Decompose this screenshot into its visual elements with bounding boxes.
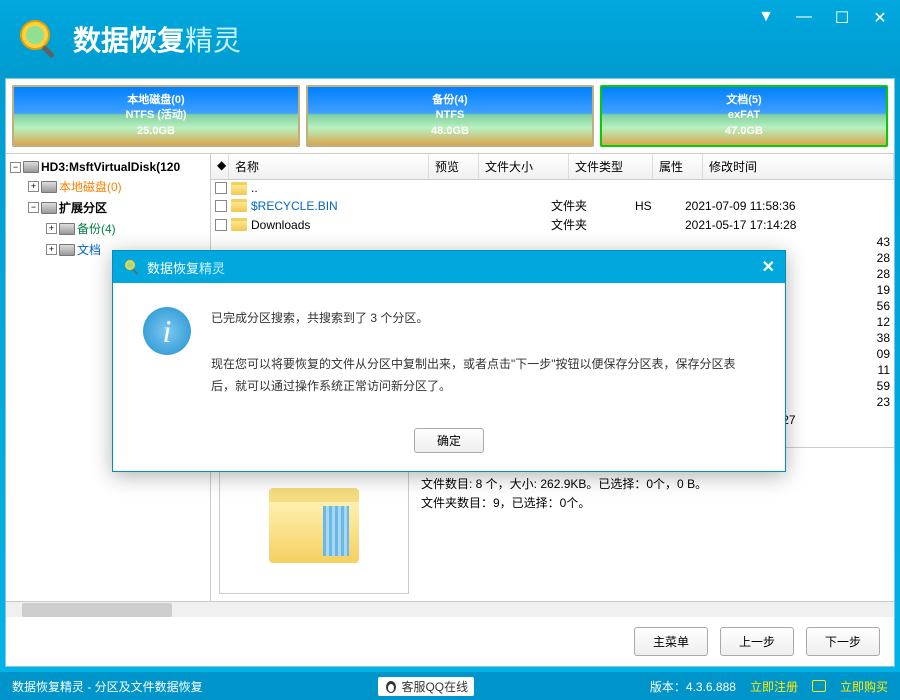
partition-backup[interactable]: 备份(4)NTFS48.0GB bbox=[306, 85, 594, 147]
folder-icon bbox=[231, 182, 247, 195]
bottom-button-bar: 主菜单 上一步 下一步 bbox=[6, 617, 894, 666]
file-list-header: ◆ 名称 预览 文件大小 文件类型 属性 修改时间 bbox=[211, 154, 894, 180]
info-icon: i bbox=[143, 307, 191, 355]
next-step-button[interactable]: 下一步 bbox=[806, 627, 880, 656]
tree-local-disk[interactable]: +本地磁盘(0) bbox=[28, 176, 206, 197]
qq-support-button[interactable]: 客服QQ在线 bbox=[378, 677, 474, 696]
partition-local[interactable]: 本地磁盘(0)NTFS (活动)25.0GB bbox=[12, 85, 300, 147]
collapse-icon[interactable]: − bbox=[10, 162, 21, 173]
drive-icon bbox=[41, 202, 57, 214]
checkbox[interactable] bbox=[215, 219, 227, 231]
cart-icon bbox=[812, 680, 826, 692]
drive-icon bbox=[59, 244, 75, 256]
titlebar[interactable]: 数据恢复精灵 ▼ — ☐ ✕ bbox=[0, 0, 900, 78]
dropdown-icon[interactable]: ▼ bbox=[756, 8, 776, 28]
partition-bar: 本地磁盘(0)NTFS (活动)25.0GB 备份(4)NTFS48.0GB 文… bbox=[6, 79, 894, 153]
drive-icon bbox=[59, 223, 75, 235]
col-date[interactable]: 修改时间 bbox=[703, 154, 894, 179]
magnifier-disk-icon bbox=[15, 15, 63, 63]
app-logo: 数据恢复精灵 bbox=[15, 15, 241, 63]
close-button[interactable]: ✕ bbox=[870, 8, 890, 28]
dialog-ok-button[interactable]: 确定 bbox=[414, 428, 484, 453]
version-label: 版本：4.3.6.888 bbox=[650, 678, 736, 695]
file-row[interactable]: .. bbox=[211, 180, 894, 196]
preview-info: 文件夹: \照片\2021\ 文件数目: 8 个，大小: 262.9KB。已选择… bbox=[421, 456, 886, 593]
sort-indicator[interactable]: ◆ bbox=[211, 154, 229, 179]
magnifier-icon bbox=[123, 258, 141, 276]
file-row[interactable]: Downloads文件夹2021-05-17 17:14:28 bbox=[211, 215, 894, 234]
dialog-title-text: 数据恢复精灵 bbox=[147, 258, 225, 277]
maximize-button[interactable]: ☐ bbox=[832, 8, 852, 28]
collapse-icon[interactable]: − bbox=[28, 202, 39, 213]
status-text: 数据恢复精灵 - 分区及文件数据恢复 bbox=[12, 678, 203, 695]
expand-icon[interactable]: + bbox=[28, 181, 39, 192]
dialog-message: 已完成分区搜索，共搜索到了 3 个分区。 现在您可以将要恢复的文件从分区中复制出… bbox=[211, 307, 755, 398]
file-row[interactable]: $RECYCLE.BIN文件夹HS2021-07-09 11:58:36 bbox=[211, 196, 894, 215]
col-attr[interactable]: 属性 bbox=[653, 154, 703, 179]
dialog-close-button[interactable]: ✕ bbox=[762, 257, 775, 277]
folder-icon bbox=[231, 199, 247, 212]
folder-icon bbox=[231, 218, 247, 231]
drive-icon bbox=[41, 181, 57, 193]
disk-icon bbox=[23, 161, 39, 173]
col-size[interactable]: 文件大小 bbox=[479, 154, 569, 179]
col-preview[interactable]: 预览 bbox=[429, 154, 479, 179]
col-name[interactable]: 名称 bbox=[229, 154, 429, 179]
checkbox[interactable] bbox=[215, 200, 227, 212]
buy-link[interactable]: 立即购买 bbox=[840, 678, 888, 695]
col-type[interactable]: 文件类型 bbox=[569, 154, 653, 179]
checkbox[interactable] bbox=[215, 182, 227, 194]
minimize-button[interactable]: — bbox=[794, 8, 814, 28]
folder-preview-icon bbox=[269, 488, 359, 563]
prev-step-button[interactable]: 上一步 bbox=[720, 627, 794, 656]
scrollbar-thumb[interactable] bbox=[22, 603, 172, 617]
partition-docs[interactable]: 文档(5)exFAT47.0GB bbox=[600, 85, 888, 147]
status-bar: 数据恢复精灵 - 分区及文件数据恢复 客服QQ在线 版本：4.3.6.888 立… bbox=[0, 672, 900, 700]
main-menu-button[interactable]: 主菜单 bbox=[634, 627, 708, 656]
register-link[interactable]: 立即注册 bbox=[750, 678, 798, 695]
penguin-icon bbox=[384, 679, 398, 693]
info-dialog: 数据恢复精灵 ✕ i 已完成分区搜索，共搜索到了 3 个分区。 现在您可以将要恢… bbox=[112, 250, 786, 472]
preview-file-count: 文件数目: 8 个，大小: 262.9KB。已选择：0个，0 B。 bbox=[421, 475, 886, 494]
app-title: 数据恢复精灵 bbox=[73, 19, 241, 59]
horizontal-scrollbar[interactable] bbox=[6, 601, 894, 617]
tree-root[interactable]: −HD3:MsftVirtualDisk(120 bbox=[10, 158, 206, 176]
preview-thumbnail bbox=[219, 456, 409, 594]
tree-backup[interactable]: +备份(4) bbox=[46, 218, 206, 239]
expand-icon[interactable]: + bbox=[46, 244, 57, 255]
file-row[interactable]: 43 bbox=[211, 234, 894, 250]
dialog-titlebar[interactable]: 数据恢复精灵 ✕ bbox=[113, 251, 785, 283]
expand-icon[interactable]: + bbox=[46, 223, 57, 234]
tree-extended[interactable]: −扩展分区 bbox=[28, 197, 206, 218]
preview-folder-count: 文件夹数目：9，已选择：0个。 bbox=[421, 494, 886, 513]
